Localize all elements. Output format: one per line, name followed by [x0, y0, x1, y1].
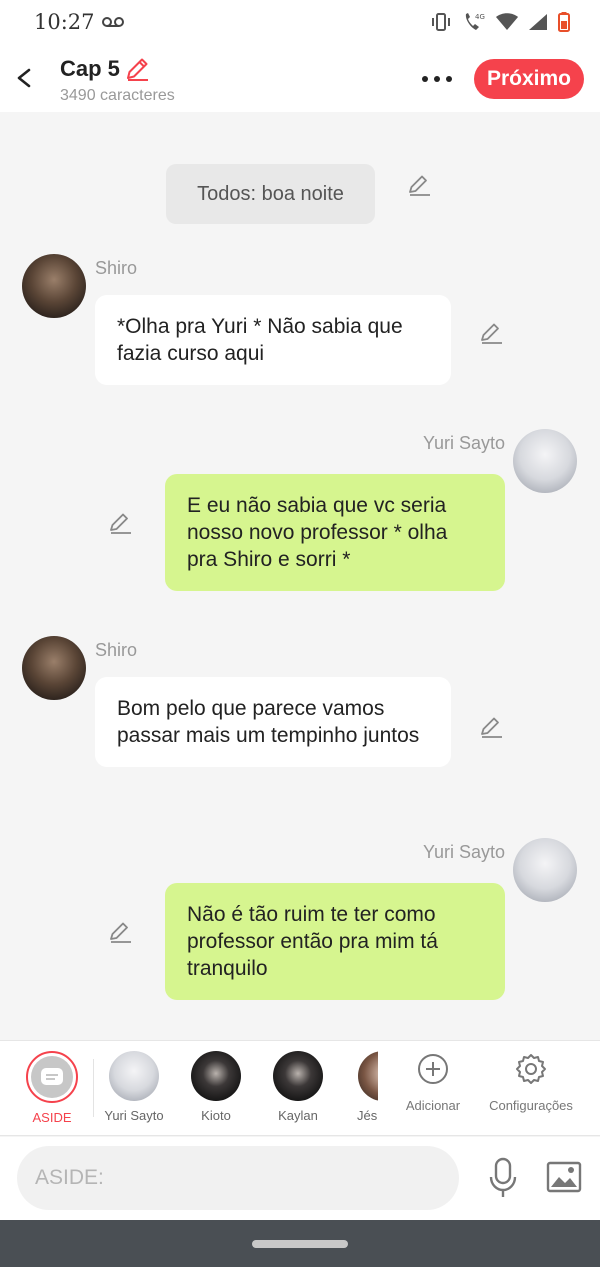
- message-input[interactable]: [17, 1146, 459, 1210]
- status-bar: 10:27 4G: [0, 0, 600, 46]
- jes-avatar: [358, 1051, 378, 1101]
- yuri-sayto-avatar[interactable]: [513, 838, 577, 902]
- character-count: 3490 caracteres: [60, 87, 175, 104]
- back-arrow-icon[interactable]: [12, 62, 38, 94]
- chapter-header: Cap 5 3490 caracteres Próximo: [0, 46, 600, 112]
- settings-button[interactable]: Configurações: [486, 1053, 576, 1113]
- character-jes[interactable]: Jés: [340, 1051, 378, 1123]
- character-label: Jés: [357, 1108, 378, 1123]
- svg-text:4G: 4G: [475, 13, 485, 21]
- add-icon: [418, 1054, 448, 1084]
- input-row: [0, 1137, 600, 1220]
- edit-title-icon[interactable]: [124, 56, 150, 82]
- signal-icon: [529, 14, 547, 30]
- character-kaylan[interactable]: Kaylan: [258, 1051, 338, 1123]
- system-nav-bar: [0, 1220, 600, 1267]
- character-label: Kaylan: [278, 1108, 318, 1123]
- message-bubble[interactable]: *Olha pra Yuri * Não sabia que fazia cur…: [95, 295, 451, 385]
- yuri-sayto-avatar: [109, 1051, 159, 1101]
- aside-avatar: [26, 1051, 78, 1103]
- status-time: 10:27: [34, 10, 95, 34]
- character-label: Yuri Sayto: [104, 1108, 164, 1123]
- yuri-sayto-avatar[interactable]: [513, 429, 577, 493]
- kioto-avatar: [191, 1051, 241, 1101]
- character-label: Kioto: [201, 1108, 231, 1123]
- message-bubble[interactable]: Não é tão ruim te ter como professor ent…: [165, 883, 505, 1000]
- chat-area[interactable]: Todos: boa noite Shiro *Olha pra Yuri * …: [0, 112, 600, 1040]
- aside-message[interactable]: Todos: boa noite: [166, 164, 375, 224]
- sender-name: Shiro: [95, 258, 138, 278]
- add-label: Adicionar: [405, 1098, 461, 1113]
- home-gesture-handle[interactable]: [252, 1240, 348, 1248]
- message-bubble[interactable]: E eu não sabia que vc seria nosso novo p…: [165, 474, 505, 591]
- character-kioto[interactable]: Kioto: [176, 1051, 256, 1123]
- vibrate-icon: [432, 13, 450, 31]
- message-bubble[interactable]: Bom pelo que parece vamos passar mais um…: [95, 677, 451, 767]
- settings-label: Configurações: [489, 1098, 573, 1113]
- edit-message-icon[interactable]: [107, 510, 133, 536]
- sender-name: Yuri Sayto: [422, 842, 505, 862]
- battery-icon: [558, 12, 570, 32]
- edit-message-icon[interactable]: [478, 320, 504, 346]
- next-button[interactable]: Próximo: [474, 59, 584, 99]
- sender-name: Yuri Sayto: [422, 433, 505, 453]
- image-icon[interactable]: [546, 1161, 582, 1193]
- character-yuri-sayto[interactable]: Yuri Sayto: [94, 1051, 174, 1123]
- kaylan-avatar: [273, 1051, 323, 1101]
- gear-icon: [516, 1054, 546, 1084]
- shiro-avatar[interactable]: [22, 636, 86, 700]
- add-character-button[interactable]: Adicionar: [400, 1053, 466, 1113]
- shiro-avatar[interactable]: [22, 254, 86, 318]
- voicemail-icon: [102, 17, 124, 27]
- character-selector: ASIDE Yuri Sayto Kioto Kaylan Jés Adicio…: [0, 1040, 600, 1136]
- character-aside[interactable]: ASIDE: [12, 1051, 92, 1125]
- sender-name: Shiro: [95, 640, 138, 660]
- wifi-icon: [496, 13, 518, 30]
- more-options-icon[interactable]: [418, 66, 456, 92]
- call-4g-icon: 4G: [465, 13, 485, 30]
- edit-message-icon[interactable]: [107, 919, 133, 945]
- chapter-title: Cap 5: [60, 56, 120, 81]
- microphone-icon[interactable]: [486, 1157, 520, 1199]
- edit-message-icon[interactable]: [478, 714, 504, 740]
- aside-icon: [41, 1068, 63, 1085]
- character-label: ASIDE: [32, 1110, 72, 1125]
- edit-message-icon[interactable]: [406, 172, 432, 198]
